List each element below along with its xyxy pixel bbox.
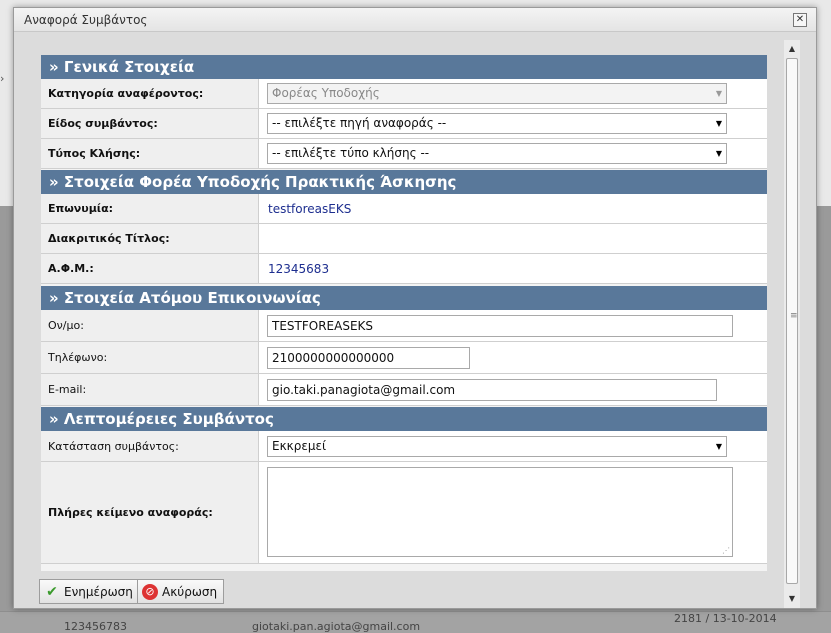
- afm-value: 12345683: [268, 261, 330, 276]
- contact-phone-field[interactable]: [267, 347, 470, 369]
- dialog-titlebar[interactable]: Αναφορά Συμβάντος ✕: [14, 8, 816, 32]
- full-text-cell: ⋰: [260, 462, 767, 563]
- dialog-form: » Γενικά Στοιχεία Κατηγορία αναφέροντος:…: [41, 55, 767, 571]
- call-type-row: Τύπος Κλήσης: -- επιλέξτε τύπο κλήσης --…: [41, 139, 767, 169]
- incident-type-row: Είδος συμβάντος: -- επιλέξτε πηγή αναφορ…: [41, 109, 767, 139]
- status-row: Κατάσταση συμβάντος: Εκκρεμεί ▼: [41, 431, 767, 462]
- status-select[interactable]: Εκκρεμεί ▼: [267, 436, 727, 457]
- reporter-category-select: Φορέας Υποδοχής ▼: [267, 83, 727, 104]
- cancel-button-label: Ακύρωση: [162, 584, 218, 599]
- full-text-row: Πλήρες κείμενο αναφοράς: ⋰: [41, 462, 767, 564]
- incident-type-cell: -- επιλέξτε πηγή αναφοράς -- ▼: [260, 109, 767, 138]
- call-type-cell: -- επιλέξτε τύπο κλήσης -- ▼: [260, 139, 767, 168]
- background-email-text: giotaki.pan.agiota@gmail.com: [252, 620, 421, 633]
- cancel-button[interactable]: ⊘ Ακύρωση: [137, 579, 225, 604]
- incident-report-dialog: Αναφορά Συμβάντος ✕ » Γενικά Στοιχεία Κα…: [13, 7, 817, 609]
- full-text-label: Πλήρες κείμενο αναφοράς:: [41, 462, 259, 563]
- section-host-header: » Στοιχεία Φορέα Υποδοχής Πρακτικής Άσκη…: [41, 170, 767, 194]
- host-name-label: Επωνυμία:: [41, 194, 259, 223]
- distinctive-title-label: Διακριτικός Τίτλος:: [41, 224, 259, 253]
- status-value: Εκκρεμεί: [272, 439, 327, 453]
- host-name-value: testforeasEKS: [268, 201, 352, 216]
- chevron-down-icon: ▼: [715, 119, 722, 128]
- close-icon[interactable]: ✕: [793, 13, 807, 27]
- full-text-textarea[interactable]: ⋰: [267, 467, 733, 557]
- call-type-value: -- επιλέξτε τύπο κλήσης --: [272, 146, 430, 160]
- background-afm-text: 123456783: [64, 620, 127, 633]
- host-name-row: Επωνυμία: testforeasEKS: [41, 194, 767, 224]
- update-button[interactable]: ✔ Ενημέρωση: [39, 579, 140, 604]
- resize-grip-icon[interactable]: ⋰: [722, 546, 730, 555]
- chevron-down-icon: ▼: [715, 89, 722, 98]
- reporter-category-label: Κατηγορία αναφέροντος:: [41, 79, 259, 108]
- dialog-scrollbar[interactable]: ▲ ≡ ▼: [784, 40, 800, 608]
- section-details-header: » Λεπτομέρειες Συμβάντος: [41, 407, 767, 431]
- chevron-down-icon: ▼: [715, 149, 722, 158]
- check-icon: ✔: [46, 583, 58, 600]
- call-type-label: Τύπος Κλήσης:: [41, 139, 259, 168]
- chevron-down-icon: ▼: [715, 442, 722, 451]
- scroll-grip-icon: ≡: [790, 311, 798, 321]
- scrollbar-thumb[interactable]: ≡: [786, 58, 798, 584]
- contact-name-field[interactable]: [267, 315, 733, 337]
- scroll-down-icon[interactable]: ▼: [784, 592, 800, 606]
- reporter-category-cell: Φορέας Υποδοχής ▼: [260, 79, 767, 108]
- update-button-label: Ενημέρωση: [64, 584, 133, 599]
- status-cell: Εκκρεμεί ▼: [260, 431, 767, 461]
- afm-row: Α.Φ.Μ.: 12345683: [41, 254, 767, 284]
- reporter-category-value: Φορέας Υποδοχής: [272, 86, 380, 100]
- contact-email-field[interactable]: [267, 379, 717, 401]
- contact-name-row: Ον/μο:: [41, 310, 767, 342]
- section-general-header: » Γενικά Στοιχεία: [41, 55, 767, 79]
- contact-phone-row: Τηλέφωνο:: [41, 342, 767, 374]
- call-type-select[interactable]: -- επιλέξτε τύπο κλήσης -- ▼: [267, 143, 727, 164]
- incident-type-select[interactable]: -- επιλέξτε πηγή αναφοράς -- ▼: [267, 113, 727, 134]
- host-name-cell: testforeasEKS: [260, 194, 767, 223]
- contact-phone-cell: [260, 342, 767, 373]
- section-contact-header: » Στοιχεία Ατόμου Επικοινωνίας: [41, 286, 767, 310]
- incident-type-value: -- επιλέξτε πηγή αναφοράς --: [272, 116, 447, 130]
- contact-name-cell: [260, 310, 767, 341]
- contact-email-cell: [260, 374, 767, 405]
- contact-name-label: Ον/μο:: [41, 310, 259, 341]
- contact-phone-label: Τηλέφωνο:: [41, 342, 259, 373]
- background-id-date-text: 2181 / 13-10-2014: [674, 612, 777, 625]
- contact-email-label: E-mail:: [41, 374, 259, 405]
- background-arrow-icon: ›: [0, 72, 5, 85]
- dialog-title: Αναφορά Συμβάντος: [24, 13, 148, 27]
- distinctive-title-cell: [260, 224, 767, 253]
- status-label: Κατάσταση συμβάντος:: [41, 431, 259, 461]
- cancel-icon: ⊘: [142, 583, 158, 600]
- incident-type-label: Είδος συμβάντος:: [41, 109, 259, 138]
- contact-email-row: E-mail:: [41, 374, 767, 406]
- afm-label: Α.Φ.Μ.:: [41, 254, 259, 283]
- reporter-category-row: Κατηγορία αναφέροντος: Φορέας Υποδοχής ▼: [41, 79, 767, 109]
- afm-cell: 12345683: [260, 254, 767, 283]
- distinctive-title-row: Διακριτικός Τίτλος:: [41, 224, 767, 254]
- scroll-up-icon[interactable]: ▲: [784, 42, 800, 56]
